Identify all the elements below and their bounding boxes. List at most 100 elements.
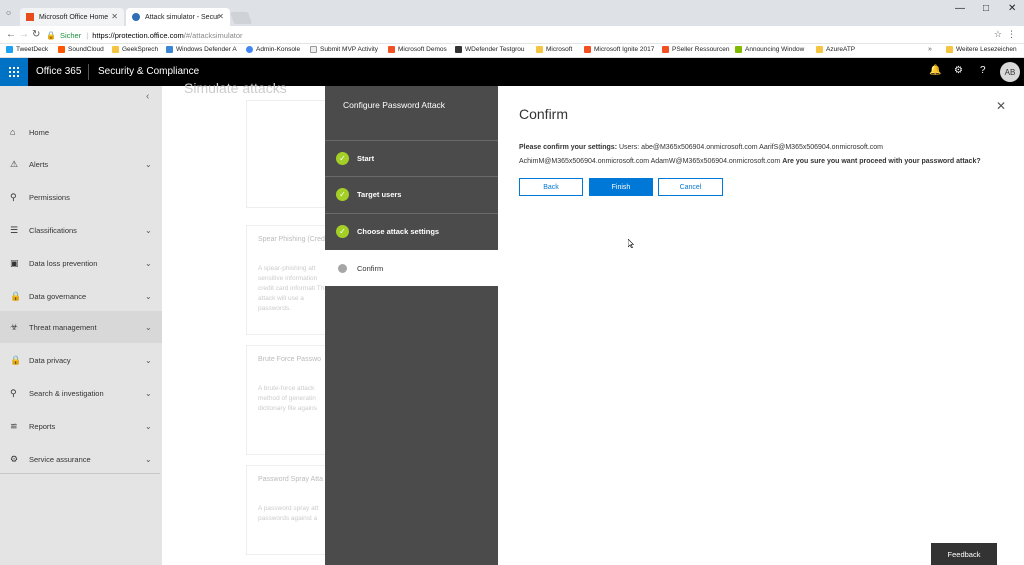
nav-label: Home xyxy=(29,127,50,137)
checkmark-icon: ✓ xyxy=(336,225,349,238)
wizard-step-target-users[interactable]: ✓ Target users xyxy=(325,176,498,212)
wizard-step-confirm[interactable]: Confirm xyxy=(325,250,498,286)
bookmark-label: Admin-Konsole xyxy=(256,46,301,53)
nav-label: Data loss prevention xyxy=(29,258,98,268)
more-bookmarks-icon[interactable]: » xyxy=(928,46,932,53)
nav-item-reports[interactable]: ≌ Reports ⌄ xyxy=(0,410,162,442)
nav-item-service-assurance[interactable]: ⚙ Service assurance ⌄ xyxy=(0,443,162,475)
help-icon[interactable]: ? xyxy=(980,65,986,76)
browser-user-icon[interactable]: ☺ xyxy=(5,10,12,17)
secure-label: Sicher xyxy=(59,30,82,40)
bookmark-label: TweetDeck xyxy=(16,46,49,53)
soundcloud-icon xyxy=(58,46,65,53)
bookmark-star-icon[interactable]: ☆ xyxy=(994,29,1002,40)
page-title: Simulate attacks xyxy=(184,80,287,96)
chevron-down-icon: ⌄ xyxy=(145,355,152,365)
chevron-down-icon: ⌄ xyxy=(145,454,152,464)
step-label: Confirm xyxy=(357,263,384,273)
suite-title[interactable]: Security & Compliance xyxy=(98,66,199,77)
bookmark-label: Microsoft Ignite 2017 xyxy=(594,46,655,53)
other-bookmarks[interactable]: Weitere Lesezeichen xyxy=(946,46,1017,53)
bookmark-label: AzureATP xyxy=(826,46,856,53)
nav-item-data-loss-prevention[interactable]: ▣ Data loss prevention ⌄ xyxy=(0,247,162,279)
bookmark-label: SoundCloud xyxy=(68,46,104,53)
bookmark-item[interactable]: Microsoft Ignite 2017 xyxy=(584,46,654,53)
nav-label: Reports xyxy=(29,421,56,431)
users-prefix: Users: xyxy=(618,144,640,151)
confirm-question: Are you sure you want proceed with your … xyxy=(782,158,981,165)
tweetdeck-icon xyxy=(6,46,13,53)
bookmark-item[interactable]: Microsoft xyxy=(536,46,572,53)
nav-item-alerts[interactable]: ⚠ Alerts ⌄ xyxy=(0,148,162,180)
microsoft-icon xyxy=(388,46,395,53)
bookmark-item[interactable]: AzureATP xyxy=(816,46,855,53)
bell-icon[interactable]: 🔔 xyxy=(929,65,941,76)
app-launcher-button[interactable] xyxy=(0,58,28,86)
bookmark-item[interactable]: Admin-Konsole xyxy=(246,46,300,53)
forward-arrow-icon[interactable]: → xyxy=(19,29,29,40)
nav-item-home[interactable]: ⌂ Home xyxy=(0,116,162,148)
new-tab-button[interactable] xyxy=(229,12,253,24)
wizard-step-start[interactable]: ✓ Start xyxy=(325,140,498,176)
bookmark-item[interactable]: Windows Defender A xyxy=(166,46,237,53)
card-description: A brute-force attack method of generatin… xyxy=(258,385,317,412)
maximize-icon[interactable]: □ xyxy=(983,3,989,14)
tab-attack-simulator[interactable]: Attack simulator - Secur ✕ xyxy=(126,8,230,26)
bookmark-label: Microsoft xyxy=(546,46,573,53)
nav-label: Data privacy xyxy=(29,355,71,365)
tab-office-home[interactable]: Microsoft Office Home ✕ xyxy=(20,8,124,26)
bookmark-label: WDefender Testgrou xyxy=(465,46,525,53)
o365-header: Office 365 Security & Compliance 🔔 ⚙ ? A… xyxy=(0,58,1024,86)
reload-icon[interactable]: ↻ xyxy=(32,29,40,40)
finish-button[interactable]: Finish xyxy=(589,178,653,196)
bookmark-item[interactable]: Announcing Window xyxy=(735,46,804,53)
nav-item-data-privacy[interactable]: 🔒 Data privacy ⌄ xyxy=(0,344,162,376)
bookmark-item[interactable]: SoundCloud xyxy=(58,46,104,53)
collapse-nav-icon[interactable]: ‹ xyxy=(146,91,149,102)
address-path: /#/attacksimulator xyxy=(183,30,243,40)
chevron-down-icon: ⌄ xyxy=(145,258,152,268)
bookmarks-bar: TweetDeck SoundCloud GeekSprech Windows … xyxy=(0,44,1024,58)
reports-icon: ≌ xyxy=(10,421,18,431)
nav-label: Classifications xyxy=(29,225,77,235)
browser-menu-icon[interactable]: ⋮ xyxy=(1007,29,1016,40)
browser-tabstrip: ☺ Microsoft Office Home ✕ Attack simulat… xyxy=(0,0,1024,26)
bookmark-item[interactable]: PSeller Ressourcen xyxy=(662,46,729,53)
nav-item-permissions[interactable]: ⚲ Permissions xyxy=(0,181,162,213)
avatar[interactable]: AB xyxy=(1000,62,1020,82)
minimize-icon[interactable]: — xyxy=(955,3,965,14)
bookmark-item[interactable]: GeekSprech xyxy=(112,46,158,53)
bookmark-item[interactable]: Microsoft Demos xyxy=(388,46,447,53)
bookmark-item[interactable]: Submit MVP Activity xyxy=(310,46,378,53)
close-icon[interactable]: ✕ xyxy=(996,99,1006,113)
current-step-dot-icon xyxy=(338,263,347,273)
cancel-button[interactable]: Cancel xyxy=(658,178,723,196)
bookmark-label: PSeller Ressourcen xyxy=(672,46,730,53)
checkmark-icon: ✓ xyxy=(336,152,349,165)
nav-item-threat-management[interactable]: ☣ Threat management ⌄ xyxy=(0,311,162,343)
checkmark-icon: ✓ xyxy=(336,188,349,201)
classifications-icon: ☰ xyxy=(10,225,19,235)
bookmark-label: Weitere Lesezeichen xyxy=(956,46,1017,53)
nav-label: Data governance xyxy=(29,291,87,301)
service-icon: ⚙ xyxy=(10,454,19,464)
nav-item-classifications[interactable]: ☰ Classifications ⌄ xyxy=(0,214,162,246)
address-separator: | xyxy=(86,30,89,40)
back-button[interactable]: Back xyxy=(519,178,583,196)
feedback-button[interactable]: Feedback xyxy=(931,543,997,565)
wizard-step-choose-attack-settings[interactable]: ✓ Choose attack settings xyxy=(325,213,498,249)
bookmark-item[interactable]: WDefender Testgrou xyxy=(455,46,525,53)
back-arrow-icon[interactable]: ← xyxy=(6,29,16,40)
bookmark-item[interactable]: TweetDeck xyxy=(6,46,48,53)
gear-icon[interactable]: ⚙ xyxy=(954,65,963,76)
chevron-down-icon: ⌄ xyxy=(145,322,152,332)
close-icon[interactable]: ✕ xyxy=(111,12,118,21)
brand-title[interactable]: Office 365 xyxy=(36,66,81,77)
nav-item-search-investigation[interactable]: ⚲ Search & investigation ⌄ xyxy=(0,377,162,409)
close-icon[interactable]: ✕ xyxy=(217,12,224,21)
window-close-icon[interactable]: ✕ xyxy=(1008,3,1016,14)
waffle-icon xyxy=(9,67,19,77)
address-bar[interactable]: 🔒 Sicher | https://protection.office.com… xyxy=(46,28,1001,42)
shield-icon xyxy=(132,13,140,21)
nav-item-data-governance[interactable]: 🔒 Data governance ⌄ xyxy=(0,280,162,312)
